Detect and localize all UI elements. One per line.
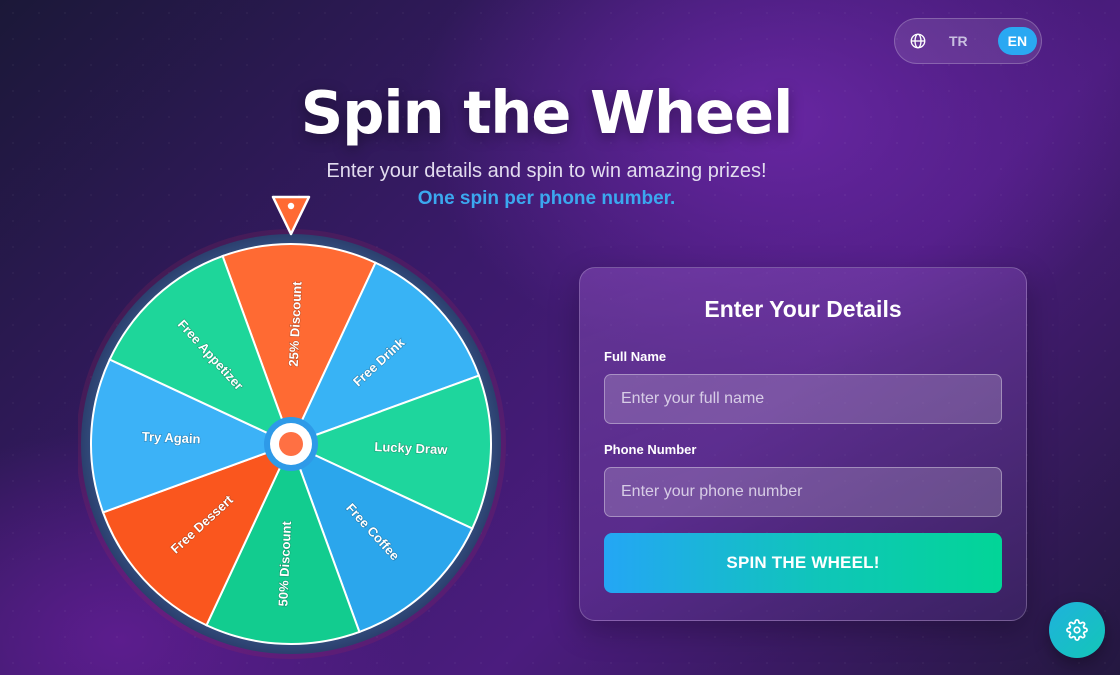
prize-wheel[interactable]: 25% Discount Free Drink Lucky Draw Free Cof… xyxy=(78,192,506,662)
language-switch: TR EN xyxy=(894,18,1042,64)
phone-number-label: Phone Number xyxy=(604,442,697,457)
language-option-en[interactable]: EN xyxy=(997,27,1038,55)
prize-wheel-graphic: 25% Discount Free DrinkLucky DrawFree Cof… xyxy=(78,195,506,659)
details-form: Enter Your Details Full Name Phone Numbe… xyxy=(579,267,1027,621)
language-option-tr[interactable]: TR xyxy=(939,27,978,55)
wheel-hub-dot xyxy=(279,432,303,456)
phone-number-input[interactable] xyxy=(604,467,1002,517)
gear-icon xyxy=(1066,619,1088,641)
settings-button[interactable] xyxy=(1049,602,1105,658)
full-name-input[interactable] xyxy=(604,374,1002,424)
full-name-label: Full Name xyxy=(604,349,667,364)
wheel-segment-label: Try Again xyxy=(141,429,200,447)
form-title: Enter Your Details xyxy=(704,296,902,322)
globe-icon xyxy=(909,31,927,51)
wheel-pointer xyxy=(271,195,311,236)
page-subtitle: Enter your details and spin to win amazi… xyxy=(326,160,767,182)
page-title: Spin the Wheel xyxy=(300,78,794,147)
spin-the-wheel-button[interactable]: SPIN THE WHEEL! xyxy=(604,533,1002,593)
